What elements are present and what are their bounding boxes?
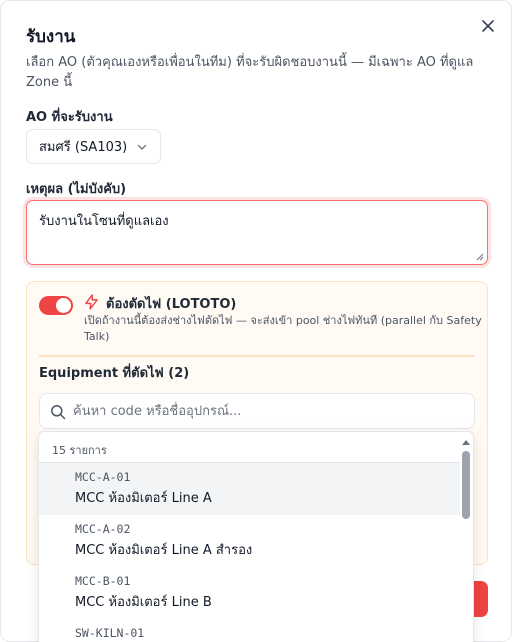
ao-select-value: สมศรี (SA103) [39, 140, 128, 155]
loto-toggle[interactable] [39, 296, 73, 315]
loto-title: ต้องตัดไฟ (LOTOTO) [106, 297, 237, 312]
close-icon [482, 20, 494, 32]
equipment-code: SW-KILN-01 [75, 626, 145, 640]
close-button[interactable] [477, 15, 499, 37]
scroll-up-arrow-icon[interactable] [461, 438, 471, 446]
equipment-name: MCC ห้องมิเตอร์ Line A [75, 491, 212, 506]
equipment-option[interactable]: MCC-B-01 MCC ห้องมิเตอร์ Line B [39, 567, 460, 619]
dialog-title: รับงาน [26, 27, 76, 47]
equipment-code: MCC-A-01 [75, 470, 131, 484]
equipment-option[interactable]: SW-KILN-01 [39, 619, 460, 642]
toggle-knob [56, 298, 71, 313]
ao-field-label: AO ที่จะรับงาน [26, 110, 113, 125]
equipment-search[interactable] [39, 393, 475, 429]
equipment-option[interactable]: MCC-A-01 MCC ห้องมิเตอร์ Line A [39, 463, 460, 515]
lightning-bolt-icon [85, 294, 98, 310]
loto-divider [39, 355, 475, 357]
equipment-name: MCC ห้องมิเตอร์ Line B [75, 595, 212, 610]
scrollbar-thumb[interactable] [462, 451, 470, 519]
search-icon [51, 405, 66, 420]
equipment-search-input[interactable] [73, 401, 463, 421]
equipment-code: MCC-A-02 [75, 522, 131, 536]
equipment-code: MCC-B-01 [75, 574, 131, 588]
reason-text: รับงานในโซนที่ดูแลเอง [39, 214, 169, 229]
ao-select[interactable]: สมศรี (SA103) [26, 129, 161, 164]
dialog-subtitle: เลือก AO (ตัวคุณเองหรือเพื่อนในทีม) ที่จ… [26, 55, 474, 90]
resize-handle-icon[interactable] [476, 253, 484, 261]
chevron-down-icon [137, 144, 147, 150]
reason-textarea[interactable]: รับงานในโซนที่ดูแลเอง [26, 200, 488, 265]
equipment-dropdown: 15 รายการ MCC-A-01 MCC ห้องมิเตอร์ Line … [38, 431, 474, 642]
reason-field-label: เหตุผล (ไม่บังคับ) [26, 182, 127, 197]
result-count: 15 รายการ [52, 444, 107, 457]
loto-description: เปิดถ้างานนี้ต้องส่งช่างไฟตัดไฟ — จะส่งเ… [84, 314, 482, 343]
equipment-label: Equipment ที่ตัดไฟ (2) [39, 366, 190, 381]
equipment-name: MCC ห้องมิเตอร์ Line A สำรอง [75, 543, 253, 558]
equipment-option[interactable]: MCC-A-02 MCC ห้องมิเตอร์ Line A สำรอง [39, 515, 460, 567]
